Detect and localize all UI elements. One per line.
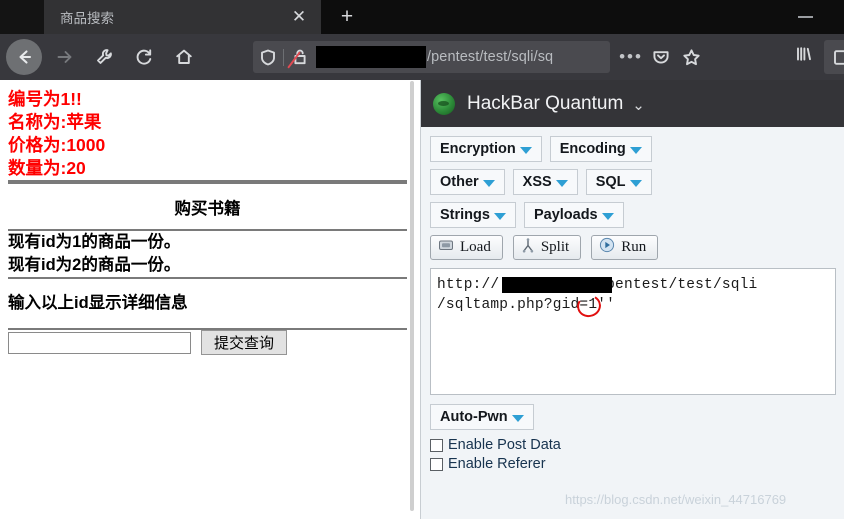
enable-post-data-checkbox[interactable] [430,438,443,452]
library-icon[interactable] [793,44,815,69]
divider [8,182,407,184]
back-arrow-icon[interactable] [6,39,42,75]
chevron-down-icon [555,179,568,187]
info-line: 价格为:1000 [8,135,106,155]
url-redaction-box [316,46,426,68]
watermark: https://blog.csdn.net/weixin_44716769 [565,492,787,507]
load-icon [438,238,454,257]
home-icon[interactable] [166,39,202,75]
content-area: 编号为1!! 名称为:苹果 价格为:1000 数量为:20 购买书籍 现有id为… [0,80,844,519]
tab-bar: 商品搜索 ✕ + [0,0,844,34]
toolbar-row: Strings Payloads [430,202,844,228]
enable-referer-label: Enable Referer [448,456,546,472]
minimize-button[interactable] [786,0,830,34]
url-text: /pentest/test/sqli/sq [427,49,554,65]
page-scrollbar[interactable] [409,80,415,519]
enable-post-data-label: Enable Post Data [448,437,561,453]
star-icon[interactable] [676,48,706,67]
chevron-down-icon [629,146,642,154]
split-button[interactable]: Split [512,235,582,260]
shield-icon[interactable] [253,49,283,66]
lock-broken-icon[interactable] [284,48,316,69]
enable-post-data-row[interactable]: Enable Post Data [430,437,844,453]
forward-arrow-icon[interactable] [46,39,82,75]
enable-referer-row[interactable]: Enable Referer [430,456,844,472]
chevron-down-icon [601,212,614,220]
strings-button-label: Strings [440,207,490,223]
hackbar-panel: HackBar Quantum ⌄ Encryption Encoding Ot… [420,80,844,519]
browser-tab[interactable]: 商品搜索 ✕ [44,0,321,34]
sidebar-toggle-button[interactable] [824,40,844,74]
browser-window: 商品搜索 ✕ + /pentest/test/sqli/sq ••• 编号为1!… [0,0,844,519]
prompt-text: 输入以上id显示详细信息 [8,294,188,312]
chevron-down-icon [511,414,524,422]
divider [8,277,407,279]
encoding-button-label: Encoding [559,141,626,157]
load-button[interactable]: Load [430,235,503,260]
xss-button[interactable]: XSS [512,169,578,195]
load-button-label: Load [460,239,491,255]
sql-button-label: SQL [595,174,626,190]
web-page: 编号为1!! 名称为:苹果 价格为:1000 数量为:20 购买书籍 现有id为… [0,80,415,519]
run-button-label: Run [621,239,647,255]
ellipsis-icon[interactable]: ••• [616,48,646,65]
close-icon[interactable]: ✕ [289,7,309,27]
section-title: 购买书籍 [174,200,241,218]
auto-pwn-button-label: Auto-Pwn [440,409,508,425]
id-input[interactable] [8,331,191,354]
url-redaction-box [502,277,612,293]
enable-referer-checkbox[interactable] [430,457,443,471]
new-tab-button[interactable]: + [333,4,361,30]
tabstrip-edge [0,0,44,34]
reload-icon[interactable] [126,39,162,75]
stock-line: 现有id为1的商品一份。 [8,233,181,251]
tab-title: 商品搜索 [60,11,114,26]
split-icon [521,237,535,258]
chevron-down-icon [493,212,506,220]
sql-button[interactable]: SQL [585,169,652,195]
stock-line: 现有id为2的商品一份。 [8,256,181,274]
run-icon [599,237,615,258]
hackbar-header: HackBar Quantum ⌄ [421,80,844,127]
query-form: 提交查询 [8,330,407,355]
strings-button[interactable]: Strings [430,202,516,228]
other-button-label: Other [440,174,479,190]
info-line: 编号为1!! [8,89,82,109]
chevron-down-icon [519,146,532,154]
hackbar-title: HackBar Quantum [467,92,624,114]
toolbar-row: Other XSS SQL [430,169,844,195]
hackbar-logo-icon [433,92,455,115]
chevron-down-icon [629,179,642,187]
hackbar-toolbar: Encryption Encoding Other XSS SQL String… [421,127,844,395]
auto-pwn-button[interactable]: Auto-Pwn [430,404,534,430]
chevron-down-icon [482,179,495,187]
pocket-icon[interactable] [646,48,676,66]
payloads-button[interactable]: Payloads [523,202,624,228]
hackbar-footer: Auto-Pwn Enable Post Data Enable Referer [421,395,844,472]
encryption-button-label: Encryption [440,141,516,157]
autopwn-row: Auto-Pwn [430,404,844,430]
url-textarea[interactable]: http://xxxxxxxxxxx/pentest/test/sqli /sq… [430,268,836,395]
action-row: Load Split Run [430,235,844,260]
xss-button-label: XSS [522,174,552,190]
wrench-icon[interactable] [86,39,122,75]
encryption-button[interactable]: Encryption [430,136,542,162]
url-bar[interactable]: /pentest/test/sqli/sq [253,41,610,73]
payloads-button-label: Payloads [533,207,598,223]
submit-query-button[interactable]: 提交查询 [201,330,288,355]
info-line: 数量为:20 [8,158,86,178]
toolbar-row: Encryption Encoding [430,136,844,162]
chevron-down-icon[interactable]: ⌄ [632,96,645,114]
other-button[interactable]: Other [430,169,505,195]
split-button-label: Split [540,239,570,255]
info-line: 名称为:苹果 [8,112,102,132]
encoding-button[interactable]: Encoding [549,136,652,162]
run-button[interactable]: Run [591,235,659,260]
url-actions: ••• [616,41,706,73]
